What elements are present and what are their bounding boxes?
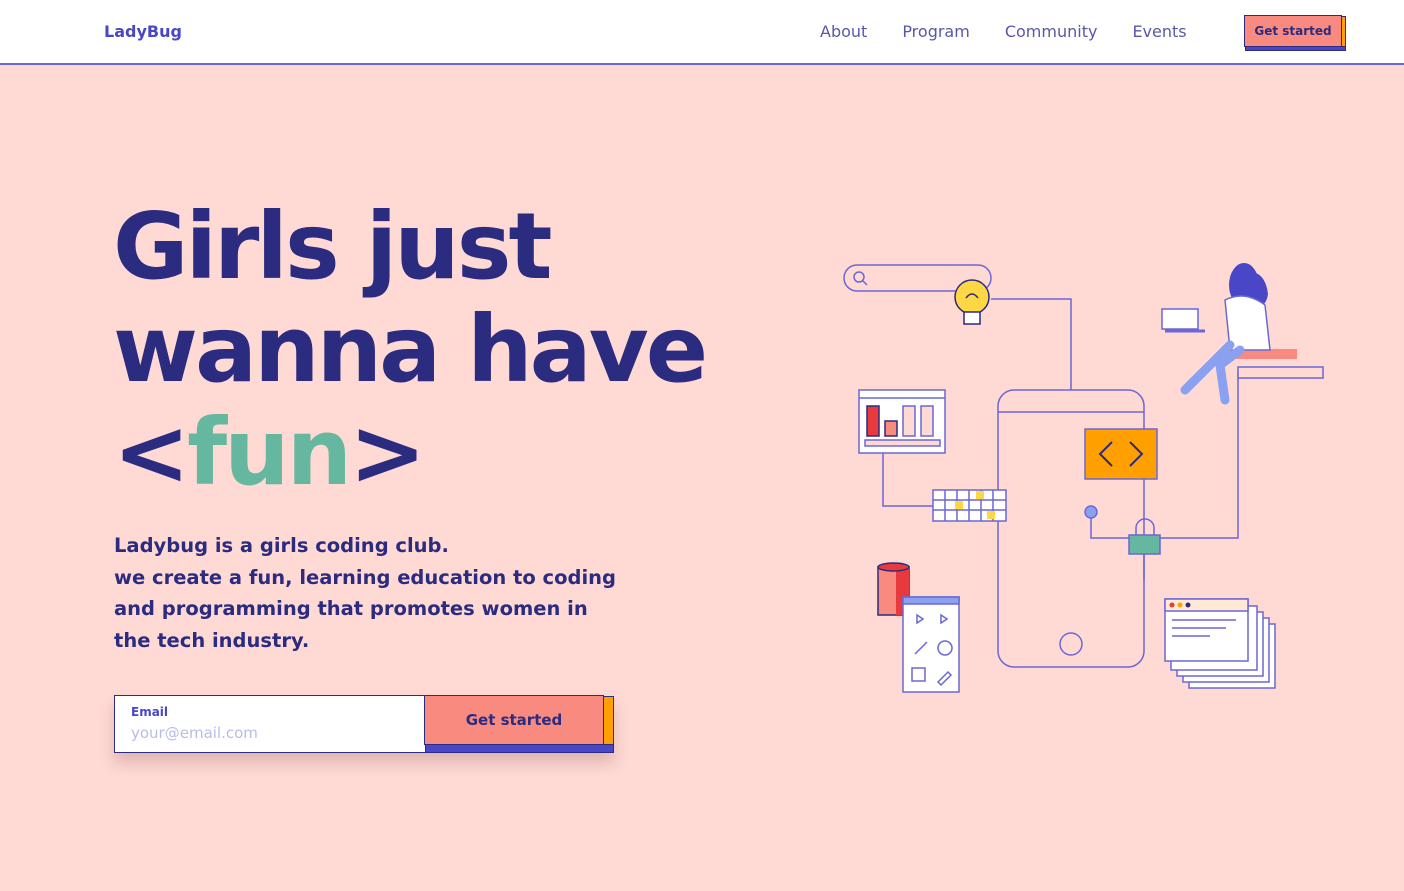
site-header: LadyBug About Program Community Events G… — [0, 0, 1404, 65]
header-get-started-label: Get started — [1244, 15, 1342, 47]
nav-events[interactable]: Events — [1132, 22, 1186, 41]
email-label: Email — [131, 705, 169, 719]
hero-title-close-bracket: > — [349, 399, 426, 506]
woman-with-laptop-icon — [1161, 263, 1271, 405]
calendar-grid-icon — [932, 489, 1007, 522]
header-get-started-button[interactable]: Get started — [1244, 15, 1346, 51]
hero-desc-line1: Ladybug is a girls coding club. — [114, 534, 449, 557]
button-shadow-bottom — [425, 744, 614, 753]
form-get-started-button[interactable]: Get started — [424, 695, 614, 753]
lightbulb-icon — [954, 279, 990, 325]
bar-chart-window-icon — [858, 389, 946, 454]
coding-illustration — [843, 263, 1324, 693]
main-nav: About Program Community Events — [820, 22, 1222, 41]
tool-palette-icon — [902, 596, 960, 693]
hero-description: Ladybug is a girls coding club. we creat… — [114, 530, 634, 656]
logo-link[interactable]: LadyBug — [104, 22, 182, 41]
nav-community[interactable]: Community — [1005, 22, 1098, 41]
hero-title: Girls just wanna have <fun> — [113, 193, 708, 506]
nav-program[interactable]: Program — [902, 22, 970, 41]
hero-title-line2: wanna have — [113, 296, 708, 403]
hero-desc-line4: the tech industry. — [114, 628, 310, 652]
signup-form: Email Get started — [114, 695, 614, 753]
code-tag-icon — [1084, 428, 1158, 480]
hero-title-highlight: fun — [187, 399, 352, 506]
hero-title-open-bracket: < — [113, 399, 190, 506]
hero-title-line1: Girls just — [113, 193, 553, 300]
hero-desc-line2: we create a fun, learning education to c… — [114, 565, 617, 589]
email-input[interactable] — [131, 722, 411, 744]
email-field-box[interactable]: Email — [114, 695, 426, 753]
form-get-started-label: Get started — [424, 695, 604, 745]
hero-desc-line3: and programming that promotes women in — [114, 597, 588, 620]
code-windows-icon — [1164, 598, 1276, 689]
nav-about[interactable]: About — [820, 22, 867, 41]
